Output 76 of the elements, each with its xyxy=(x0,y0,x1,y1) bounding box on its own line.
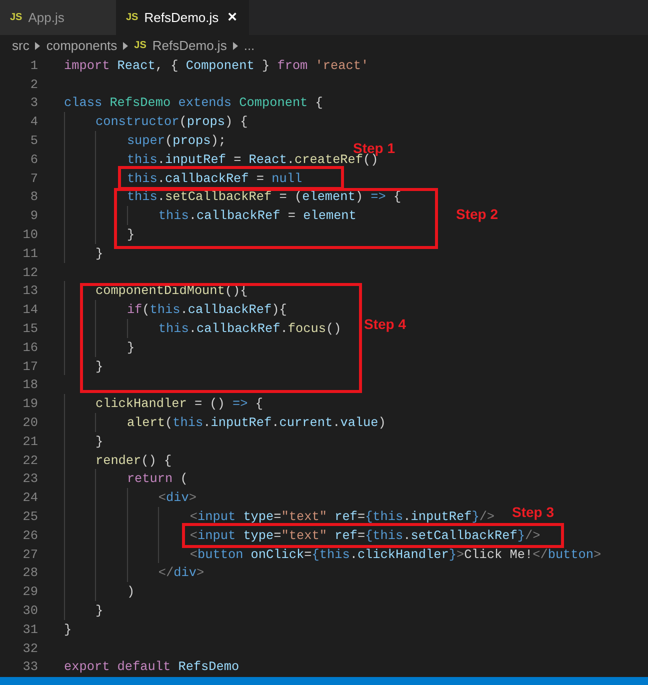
line-number: 14 xyxy=(22,301,38,320)
code-line: clickHandler = () => { xyxy=(64,394,263,414)
js-file-icon: JS xyxy=(10,10,22,25)
line-number: 3 xyxy=(29,94,38,112)
code-line: render() { xyxy=(64,450,172,470)
breadcrumb-item[interactable]: components xyxy=(46,36,118,56)
code-line: this.callbackRef.focus() xyxy=(64,319,342,338)
step-label: Step 2 xyxy=(456,205,498,224)
code-line: <button onClick={this.clickHandler}>Click Me!</button> xyxy=(64,544,602,564)
chevron-icon xyxy=(35,42,40,50)
code-line: </div> xyxy=(64,563,204,582)
line-number: 15 xyxy=(22,320,38,338)
code-line: } xyxy=(64,244,104,263)
chevron-icon xyxy=(123,42,128,50)
js-file-icon: JS xyxy=(126,10,138,25)
code-line: } xyxy=(64,432,104,451)
code-line: constructor(props) { xyxy=(64,112,248,132)
line-number: 4 xyxy=(29,113,38,132)
code-line: this.callbackRef = element xyxy=(64,206,356,226)
line-number: 1 xyxy=(29,56,38,75)
line-number: 22 xyxy=(22,452,38,470)
line-number: 13 xyxy=(22,282,38,300)
code-line: export default RefsDemo xyxy=(64,658,240,676)
code-line: <input type="text" ref={this.inputRef}/> xyxy=(64,507,495,526)
line-number: 6 xyxy=(29,150,38,169)
code-line: super(props); xyxy=(64,131,226,150)
editor-tab[interactable]: JS RefsDemo.js × xyxy=(116,0,249,35)
breadcrumb-item[interactable]: RefsDemo.js xyxy=(152,36,227,56)
line-number: 23 xyxy=(22,470,38,488)
code-line: } xyxy=(64,338,135,357)
step-label: Step 4 xyxy=(364,315,406,334)
code-line: return ( xyxy=(64,469,188,488)
line-number: 2 xyxy=(29,76,38,94)
line-number: 24 xyxy=(22,489,38,508)
line-number: 33 xyxy=(22,658,38,676)
line-number: 17 xyxy=(22,358,38,376)
line-number: 20 xyxy=(22,414,38,432)
line-number: 7 xyxy=(29,170,38,188)
code-line: } xyxy=(64,225,135,244)
js-file-icon: JS xyxy=(134,38,146,53)
breadcrumb-item[interactable]: ... xyxy=(244,36,255,56)
line-number: 29 xyxy=(22,583,38,602)
code-line: this.callbackRef = null xyxy=(64,168,302,188)
code-line: if(this.callbackRef){ xyxy=(64,300,287,320)
line-number: 30 xyxy=(22,602,38,620)
code-line: alert(this.inputRef.current.value) xyxy=(64,413,386,432)
line-number: 32 xyxy=(22,640,38,658)
line-number: 8 xyxy=(29,188,38,206)
code-line: <div> xyxy=(64,488,196,508)
editor-tab[interactable]: JS App.js xyxy=(0,0,116,35)
chevron-icon xyxy=(232,42,238,50)
line-number: 9 xyxy=(29,207,38,226)
step-label: Step 3 xyxy=(512,503,554,522)
breadcrumb-item[interactable]: src xyxy=(12,36,30,56)
line-number: 21 xyxy=(22,432,38,451)
code-line: this.setCallbackRef = (element) => { xyxy=(64,187,402,206)
line-number: 5 xyxy=(29,132,38,150)
code-line: } xyxy=(64,620,72,639)
code-line: class RefsDemo extends Component { xyxy=(64,94,323,112)
code-line: } xyxy=(64,356,104,376)
line-number: 12 xyxy=(22,264,38,282)
code-line: ) xyxy=(64,582,135,602)
line-number: 28 xyxy=(22,564,38,582)
code-line: import React, { Component } from 'react' xyxy=(64,56,369,75)
line-number: 27 xyxy=(22,546,38,564)
line-number: 16 xyxy=(22,338,38,357)
line-number: 26 xyxy=(22,526,38,545)
line-number: 19 xyxy=(22,395,38,414)
line-number: 11 xyxy=(22,244,38,263)
line-number: 31 xyxy=(22,620,38,639)
line-number: 10 xyxy=(22,226,38,244)
close-icon[interactable]: × xyxy=(228,6,237,30)
code-line: } xyxy=(64,600,104,620)
code-line: <input type="text" ref={this.setCallbackRef}/> xyxy=(64,526,540,545)
line-number: 25 xyxy=(22,508,38,526)
line-number: 18 xyxy=(22,376,38,394)
